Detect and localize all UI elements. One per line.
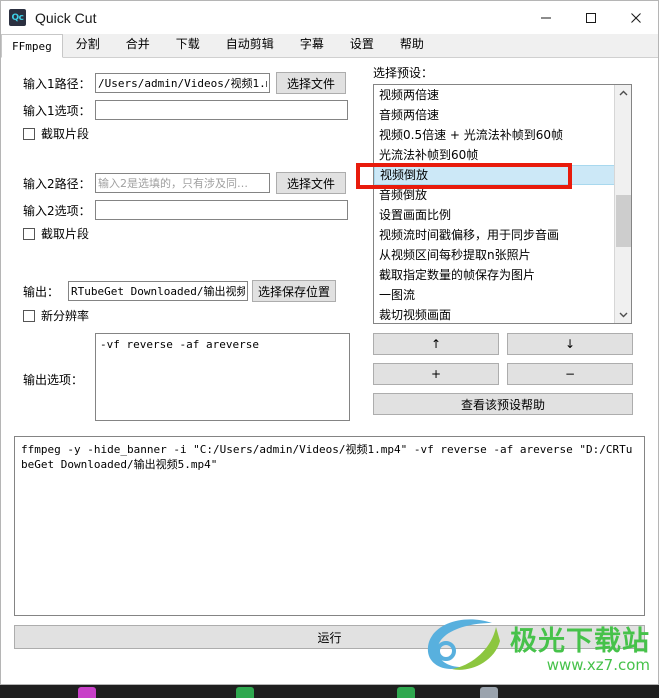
new-resolution-label: 新分辨率 (41, 309, 90, 323)
preset-item[interactable]: 光流法补帧到60帧 (374, 145, 615, 165)
input1-browse-button[interactable]: 选择文件 (276, 72, 346, 94)
tab-merge[interactable]: 合并 (113, 33, 163, 57)
taskbar-icon[interactable] (236, 687, 254, 698)
window-controls (523, 1, 658, 34)
tab-ffmpeg[interactable]: FFmpeg (1, 34, 63, 58)
run-button[interactable]: 运行 (14, 625, 645, 649)
minimize-icon[interactable] (523, 1, 568, 34)
preset-add-button[interactable]: + (373, 363, 499, 385)
input1-clip-checkbox-row[interactable]: 截取片段 (23, 125, 89, 142)
tab-split[interactable]: 分割 (63, 33, 113, 57)
tab-download[interactable]: 下载 (163, 33, 213, 57)
ffmpeg-panel: 输入1路径： 选择文件 输入1选项： 截取片段 输入2路径： 选择文件 (1, 58, 658, 684)
preset-item[interactable]: 截取指定数量的帧保存为图片 (374, 265, 615, 285)
chevron-up-icon[interactable] (615, 85, 631, 102)
output-browse-button[interactable]: 选择保存位置 (252, 280, 336, 302)
tab-settings[interactable]: 设置 (337, 33, 387, 57)
preset-list: 视频两倍速 音频两倍速 视频0.5倍速 + 光流法补帧到60帧 光流法补帧到60… (374, 85, 615, 323)
input2-options-label: 输入2选项： (23, 203, 91, 218)
preset-list-scrollbar[interactable] (614, 85, 631, 323)
annotation-rectangle (356, 163, 572, 189)
output-path-row: 输出： 选择保存位置 (23, 280, 336, 302)
preset-item[interactable]: 设置画面比例 (374, 205, 615, 225)
preset-item[interactable]: 从视频区间每秒提取n张照片 (374, 245, 615, 265)
tab-auto-edit[interactable]: 自动剪辑 (213, 33, 287, 57)
preset-item[interactable]: 视频0.5倍速 + 光流法补帧到60帧 (374, 125, 615, 145)
preset-item[interactable]: 裁切视频画面 (374, 305, 615, 323)
preset-move-down-button[interactable]: ↓ (507, 333, 633, 355)
input1-path-row: 输入1路径： 选择文件 (23, 72, 346, 94)
preset-remove-button[interactable]: − (507, 363, 633, 385)
input1-path-label: 输入1路径： (23, 76, 91, 91)
input1-options-row: 输入1选项： (23, 100, 348, 120)
chevron-down-icon[interactable] (615, 306, 631, 323)
input1-options-input[interactable] (95, 100, 348, 120)
preset-help-button[interactable]: 查看该预设帮助 (373, 393, 633, 415)
close-icon[interactable] (613, 1, 658, 34)
app-icon: Qc (9, 9, 26, 26)
input2-path-input[interactable] (95, 173, 270, 193)
title-bar: Qc Quick Cut (1, 1, 658, 34)
checkbox-icon[interactable] (23, 227, 35, 240)
input2-browse-button[interactable]: 选择文件 (276, 172, 346, 194)
checkbox-icon[interactable] (23, 309, 35, 322)
tab-help[interactable]: 帮助 (387, 33, 437, 57)
taskbar-icon[interactable] (397, 687, 415, 698)
preset-item[interactable]: 一图流 (374, 285, 615, 305)
input1-options-label: 输入1选项： (23, 103, 91, 118)
input1-path-input[interactable] (95, 73, 270, 93)
preset-move-up-button[interactable]: ↑ (373, 333, 499, 355)
maximize-icon[interactable] (568, 1, 613, 34)
tab-bar: FFmpeg 分割 合并 下载 自动剪辑 字幕 设置 帮助 (1, 34, 658, 58)
input2-options-input[interactable] (95, 200, 348, 220)
preset-item[interactable]: 视频流时间戳偏移，用于同步音画 (374, 225, 615, 245)
quick-cut-window: Qc Quick Cut FFmpeg 分割 合并 下载 自动剪辑 字幕 设置 … (0, 0, 659, 685)
output-label: 输出： (23, 284, 60, 299)
tab-subtitle[interactable]: 字幕 (287, 33, 337, 57)
taskbar-icon[interactable] (78, 687, 96, 698)
taskbar-icon[interactable] (480, 687, 498, 698)
output-options-row: 输出选项： (23, 333, 350, 421)
window-title: Quick Cut (35, 9, 97, 26)
input2-clip-label: 截取片段 (41, 227, 90, 241)
input1-clip-label: 截取片段 (41, 127, 90, 141)
preset-item[interactable]: 视频两倍速 (374, 85, 615, 105)
ffmpeg-form: 输入1路径： 选择文件 输入1选项： 截取片段 输入2路径： 选择文件 (1, 58, 361, 423)
scrollbar-thumb[interactable] (616, 195, 631, 247)
preset-title: 选择预设： (373, 66, 434, 80)
checkbox-icon[interactable] (23, 127, 35, 140)
taskbar (0, 685, 659, 698)
watermark-url: www.xz7.com (546, 656, 650, 674)
command-output[interactable]: ffmpeg -y -hide_banner -i "C:/Users/admi… (14, 436, 645, 616)
output-options-label: 输出选项： (23, 373, 84, 387)
preset-listbox[interactable]: 视频两倍速 音频两倍速 视频0.5倍速 + 光流法补帧到60帧 光流法补帧到60… (373, 84, 632, 324)
new-resolution-checkbox-row[interactable]: 新分辨率 (23, 307, 89, 324)
input2-options-row: 输入2选项： (23, 200, 348, 220)
input2-path-label: 输入2路径： (23, 176, 91, 191)
preset-item[interactable]: 音频两倍速 (374, 105, 615, 125)
output-path-input[interactable] (68, 281, 248, 301)
input2-clip-checkbox-row[interactable]: 截取片段 (23, 225, 89, 242)
input2-path-row: 输入2路径： 选择文件 (23, 172, 346, 194)
output-options-textarea[interactable] (95, 333, 350, 421)
